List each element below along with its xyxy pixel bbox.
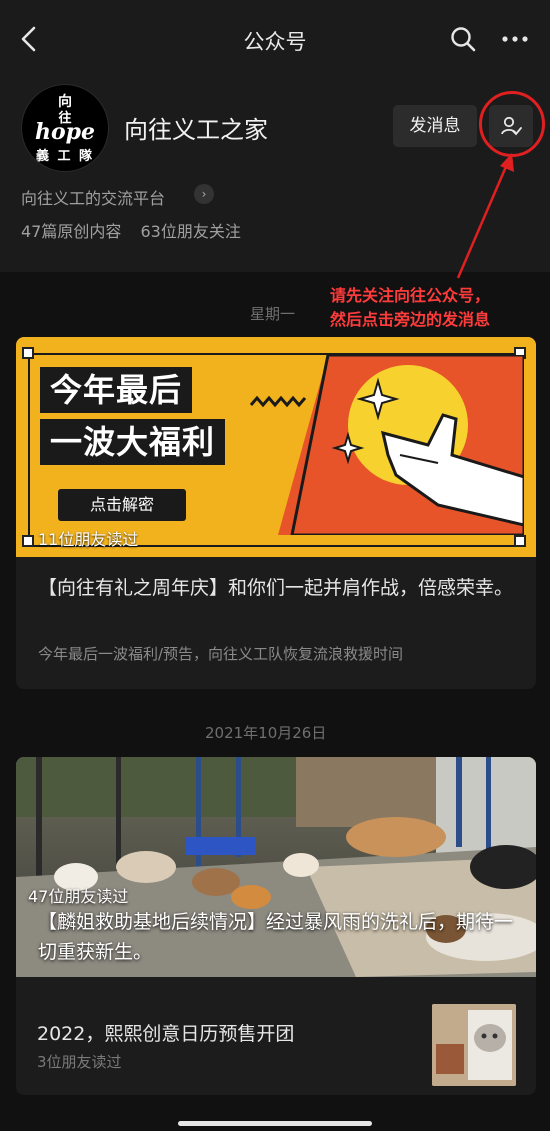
article-cover-photo[interactable]: 47位朋友读过 【麟姐救助基地后续情况】经过暴风雨的洗礼后，期待一切重获新生。 [16, 757, 536, 977]
chevron-right-icon[interactable]: › [194, 184, 214, 204]
account-stats: 47篇原创内容 63位朋友关注 [21, 218, 255, 242]
friends-following[interactable]: 63位朋友关注 [140, 222, 240, 241]
banner-corner [22, 535, 34, 547]
article-banner[interactable]: 今年最后 一波大福利 点击解密 11位朋友读过 [16, 337, 536, 557]
banner-headline-1: 今年最后 [40, 367, 193, 413]
readers-count: 3位朋友读过 [37, 1053, 122, 1071]
hand-illustration [278, 355, 524, 535]
article-title[interactable]: 【向往有礼之周年庆】和你们一起并肩作战，倍感荣幸。 [38, 573, 514, 604]
banner-headline-2: 一波大福利 [40, 419, 226, 465]
article-card[interactable]: 今年最后 一波大福利 点击解密 11位朋友读过 【向往有礼之周年庆】和你们一起并… [16, 337, 536, 689]
article-thumbnail[interactable] [432, 1004, 516, 1086]
top-nav-bar: 公众号 [0, 0, 550, 78]
article-title[interactable]: 2022，熙熙创意日历预售开团 [37, 1019, 294, 1046]
annotation-line-1: 请先关注向往公众号， [330, 286, 491, 305]
avatar[interactable]: 向 往 hope 義 工 隊 [21, 84, 109, 172]
article-subtitle[interactable]: 今年最后一波福利/预告，向往义工队恢复流浪救援时间 [38, 643, 403, 664]
readers-count: 47位朋友读过 [28, 887, 129, 906]
readers-count: 11位朋友读过 [38, 530, 139, 549]
original-count[interactable]: 47篇原创内容 [21, 222, 121, 241]
annotation-text: 请先关注向往公众号， 然后点击旁边的发消息 [330, 284, 490, 332]
date-separator: 星期一 [250, 305, 296, 323]
send-message-button[interactable]: 发消息 [393, 105, 477, 147]
banner-corner [514, 535, 526, 547]
banner-corner [22, 347, 34, 359]
avatar-text-4: 義 工 隊 [35, 149, 95, 164]
annotation-line-2: 然后点击旁边的发消息 [330, 310, 491, 329]
article-card[interactable]: 47位朋友读过 【麟姐救助基地后续情况】经过暴风雨的洗礼后，期待一切重获新生。 … [16, 757, 536, 1095]
search-icon[interactable] [448, 24, 478, 54]
date-separator: 2021年10月26日 [205, 724, 327, 742]
annotation-arrow [456, 153, 514, 279]
home-indicator[interactable] [178, 1121, 372, 1126]
account-intro[interactable]: 向往义工的交流平台 [21, 185, 165, 209]
banner-cta: 点击解密 [58, 489, 186, 521]
avatar-text-3: hope [34, 119, 96, 145]
article-title[interactable]: 【麟姐救助基地后续情况】经过暴风雨的洗礼后，期待一切重获新生。 [38, 907, 518, 967]
highlight-circle [479, 91, 545, 157]
more-dots-icon[interactable] [500, 24, 530, 54]
account-name: 向往义工之家 [124, 116, 268, 144]
